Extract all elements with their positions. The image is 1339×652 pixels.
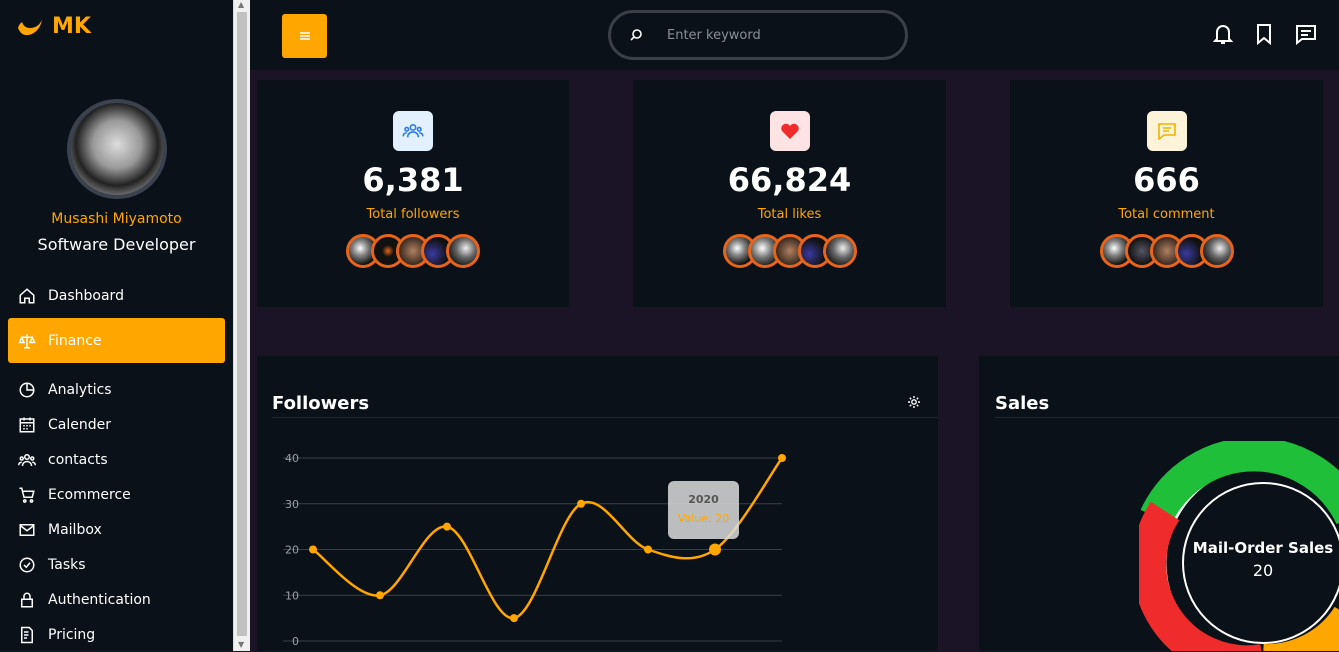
data-point[interactable] <box>443 522 451 531</box>
search-icon <box>630 29 642 41</box>
stat-label: Total likes <box>757 207 822 222</box>
sidebar-item-label: contacts <box>48 451 108 468</box>
sidebar-nav: Dashboard Finance Analytics Calender con… <box>8 278 225 652</box>
stat-label: Total comment <box>1118 207 1215 222</box>
receipt-icon <box>21 626 33 643</box>
avatar[interactable] <box>1199 234 1234 268</box>
menu-toggle-button[interactable] <box>282 14 327 58</box>
logo-icon <box>18 19 42 35</box>
sidebar: MK Musashi Miyamoto Software Developer D… <box>0 0 233 651</box>
donut-center-value: 20 <box>1252 561 1274 580</box>
data-point[interactable] <box>309 545 317 554</box>
sidebar-item-label: Ecommerce <box>48 486 131 503</box>
calendar-icon <box>19 417 35 432</box>
sidebar-item-pricing[interactable]: Pricing <box>8 617 225 652</box>
sidebar-item-label: Authentication <box>48 591 151 608</box>
search-box <box>608 10 908 60</box>
topbar <box>250 0 1339 70</box>
scale-icon <box>18 333 36 348</box>
card-divider <box>995 417 1339 418</box>
chart-tooltip: 2020 Value: 20 <box>668 481 739 539</box>
comment-icon <box>1146 111 1187 151</box>
stat-card-comments: 666 Total comment <box>1010 80 1323 307</box>
avatar-group <box>257 234 569 268</box>
sidebar-item-mailbox[interactable]: Mailbox <box>8 512 225 547</box>
followers-card: Followers 0 10 20 30 40 2020 Value: 20 <box>257 356 938 651</box>
cart-icon <box>19 487 35 503</box>
people-icon <box>18 453 36 466</box>
y-tick-label: 0 <box>292 635 299 648</box>
y-tick-label: 40 <box>285 452 299 465</box>
lock-icon <box>21 592 33 607</box>
sidebar-item-tasks[interactable]: Tasks <box>8 547 225 582</box>
brand-logo[interactable]: MK <box>16 14 91 39</box>
people-icon <box>393 111 433 151</box>
data-point[interactable] <box>778 454 786 462</box>
data-point[interactable] <box>510 614 518 623</box>
stat-card-followers: 6,381 Total followers <box>257 80 569 307</box>
tooltip-value: Value: 20 <box>677 512 730 525</box>
heart-icon <box>769 111 810 151</box>
avatar-group <box>633 234 946 268</box>
stat-label: Total followers <box>366 207 460 222</box>
stat-value: 6,381 <box>362 161 464 199</box>
data-point[interactable] <box>644 545 652 554</box>
sidebar-item-label: Tasks <box>48 556 86 573</box>
top-icons <box>1213 23 1317 45</box>
sidebar-item-analytics[interactable]: Analytics <box>8 372 225 407</box>
avatar[interactable] <box>446 234 480 268</box>
pie-icon <box>19 382 35 397</box>
sidebar-item-ecommerce[interactable]: Ecommerce <box>8 477 225 512</box>
hamburger-icon <box>299 32 310 40</box>
sales-card: Sales Mail-Order Sales 20 <box>979 356 1339 651</box>
donut-center-label: Mail-Order Sales <box>1192 539 1334 557</box>
sidebar-item-calender[interactable]: Calender <box>8 407 225 442</box>
user-name: Musashi Miyamoto <box>51 211 182 227</box>
sidebar-scrollbar[interactable]: ▲ ▼ <box>233 0 250 651</box>
sidebar-item-label: Mailbox <box>48 521 102 538</box>
data-point[interactable] <box>709 543 721 556</box>
avatar-group <box>1010 234 1323 268</box>
mail-icon <box>19 523 35 536</box>
comment-icon[interactable] <box>1295 23 1317 45</box>
card-divider <box>272 417 938 418</box>
y-tick-label: 30 <box>285 498 299 511</box>
tooltip-title: 2020 <box>688 493 719 506</box>
scroll-down-icon[interactable]: ▼ <box>238 641 244 649</box>
sidebar-item-label: Dashboard <box>48 287 124 304</box>
bell-icon[interactable] <box>1213 23 1233 45</box>
sidebar-item-label: Calender <box>48 416 111 433</box>
stat-card-likes: 66,824 Total likes <box>633 80 946 307</box>
y-tick-label: 10 <box>285 589 299 602</box>
sidebar-item-label: Analytics <box>48 381 112 398</box>
profile-avatar[interactable] <box>67 99 167 199</box>
data-point[interactable] <box>376 591 384 600</box>
sidebar-item-label: Finance <box>48 332 102 349</box>
followers-line-chart: 0 10 20 30 40 <box>283 452 786 648</box>
data-point[interactable] <box>577 499 585 508</box>
y-tick-label: 20 <box>285 544 299 557</box>
sidebar-item-contacts[interactable]: contacts <box>8 442 225 477</box>
search-input[interactable] <box>667 27 867 43</box>
sidebar-item-finance[interactable]: Finance <box>8 318 225 363</box>
gear-icon[interactable] <box>907 395 921 409</box>
user-role: Software Developer <box>37 235 196 254</box>
sidebar-item-label: Pricing <box>48 626 96 643</box>
sidebar-item-dashboard[interactable]: Dashboard <box>8 278 225 313</box>
card-title: Sales <box>995 393 1050 414</box>
scrollbar-thumb[interactable] <box>237 12 247 636</box>
home-icon <box>19 287 35 303</box>
stat-value: 666 <box>1133 161 1200 199</box>
stat-value: 66,824 <box>727 161 852 199</box>
brand-name: MK <box>52 14 91 39</box>
avatar[interactable] <box>822 234 857 268</box>
sidebar-item-authentication[interactable]: Authentication <box>8 582 225 617</box>
bookmark-icon[interactable] <box>1255 23 1273 45</box>
scroll-up-icon[interactable]: ▲ <box>238 1 244 9</box>
card-title: Followers <box>272 393 370 414</box>
check-circle-icon <box>19 557 35 572</box>
